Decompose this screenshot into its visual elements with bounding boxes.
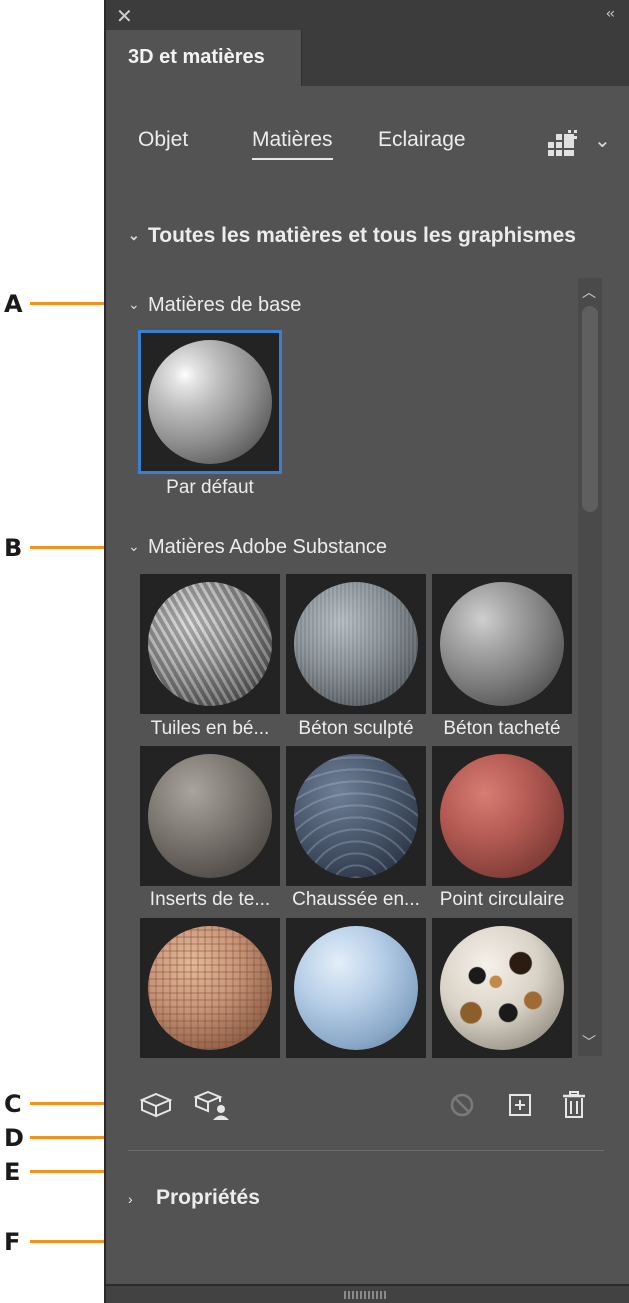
tab-lighting[interactable]: Eclairage	[378, 128, 466, 152]
add-square-icon	[509, 1094, 531, 1116]
callout-a: A	[4, 290, 23, 318]
sphere-thumbnail	[440, 754, 564, 878]
cube-user-icon-button[interactable]	[194, 1090, 230, 1120]
material-label: Par défaut	[166, 477, 254, 498]
material-label: Béton tacheté	[443, 718, 561, 739]
base-materials-header[interactable]: ⌄ Matières de base	[128, 294, 301, 317]
divider	[128, 1150, 604, 1151]
material-label: Point circulaire	[439, 889, 565, 910]
prohibited-icon	[450, 1093, 474, 1117]
cube-icon	[139, 1092, 173, 1118]
trash-icon	[563, 1091, 585, 1118]
material-tile[interactable]	[286, 574, 426, 714]
panel-tab-3d-materials[interactable]: 3D et matières	[106, 30, 302, 86]
add-material-button[interactable]	[502, 1090, 538, 1120]
materials-scrollbar[interactable]: ︿ ﹀	[578, 278, 602, 1056]
callout-b: B	[4, 534, 23, 562]
material-label: Tuiles en bé...	[150, 718, 270, 739]
all-materials-label: Toutes les matières et tous les graphism…	[148, 224, 576, 247]
chevron-down-icon[interactable]: ⌄	[594, 128, 611, 153]
material-tile-default[interactable]	[138, 330, 282, 474]
properties-label: Propriétés	[156, 1186, 260, 1209]
material-label: Inserts de te...	[149, 889, 271, 910]
scroll-down-icon[interactable]: ﹀	[582, 1032, 596, 1052]
chevron-right-icon: ›	[128, 1191, 133, 1207]
panel-title: 3D et matières	[128, 46, 265, 68]
sphere-thumbnail	[148, 926, 272, 1050]
material-tile[interactable]	[140, 918, 280, 1058]
double-chevron-left-icon[interactable]: ‹‹	[606, 6, 615, 22]
callout-d: D	[4, 1124, 24, 1152]
material-tile[interactable]	[140, 746, 280, 886]
sphere-thumbnail	[294, 754, 418, 878]
resize-grip-icon[interactable]	[344, 1291, 388, 1299]
material-label: Béton sculpté	[298, 718, 414, 739]
delete-button[interactable]	[556, 1090, 592, 1120]
material-tile[interactable]	[286, 746, 426, 886]
sphere-thumbnail	[148, 582, 272, 706]
panel-tabstrip: 3D et matières	[106, 30, 629, 86]
callout-e: E	[4, 1158, 21, 1186]
material-tile[interactable]	[140, 574, 280, 714]
3d-materials-panel: ✕ ‹‹ 3D et matières Objet Matières Eclai…	[104, 0, 629, 1303]
tab-materials[interactable]: Matières	[252, 128, 333, 160]
sphere-thumbnail	[294, 582, 418, 706]
panel-topbar: ✕ ‹‹	[106, 0, 629, 30]
panel-resize-strip	[106, 1284, 629, 1303]
material-tile[interactable]	[432, 918, 572, 1058]
material-tile[interactable]	[286, 918, 426, 1058]
substance-materials-header[interactable]: ⌄ Matières Adobe Substance	[128, 536, 387, 559]
callout-f: F	[4, 1228, 21, 1256]
cube-icon-button[interactable]	[138, 1090, 174, 1120]
substance-materials-label: Matières Adobe Substance	[148, 536, 388, 558]
sphere-thumbnail	[294, 926, 418, 1050]
render-grid-icon[interactable]	[548, 130, 578, 160]
chevron-down-icon: ⌄	[128, 227, 140, 243]
scroll-up-icon[interactable]: ︿	[582, 282, 596, 302]
tab-object[interactable]: Objet	[138, 128, 188, 152]
chevron-down-icon: ⌄	[128, 296, 140, 312]
material-label: Chaussée en...	[292, 889, 420, 910]
all-materials-header[interactable]: ⌄ Toutes les matières et tous les graphis…	[128, 224, 606, 248]
sphere-thumbnail	[148, 754, 272, 878]
base-materials-label: Matières de base	[148, 294, 302, 316]
close-icon[interactable]: ✕	[116, 4, 133, 28]
sphere-thumbnail	[148, 340, 272, 464]
sphere-thumbnail	[440, 926, 564, 1050]
callout-c: C	[4, 1090, 22, 1118]
material-tile[interactable]	[432, 574, 572, 714]
material-tile[interactable]	[432, 746, 572, 886]
scroll-thumb[interactable]	[582, 306, 598, 512]
sphere-thumbnail	[440, 582, 564, 706]
cube-user-icon	[194, 1090, 229, 1120]
properties-header[interactable]: › Propriétés	[128, 1186, 260, 1210]
chevron-down-icon: ⌄	[128, 538, 140, 554]
prohibited-icon-button[interactable]	[444, 1090, 480, 1120]
